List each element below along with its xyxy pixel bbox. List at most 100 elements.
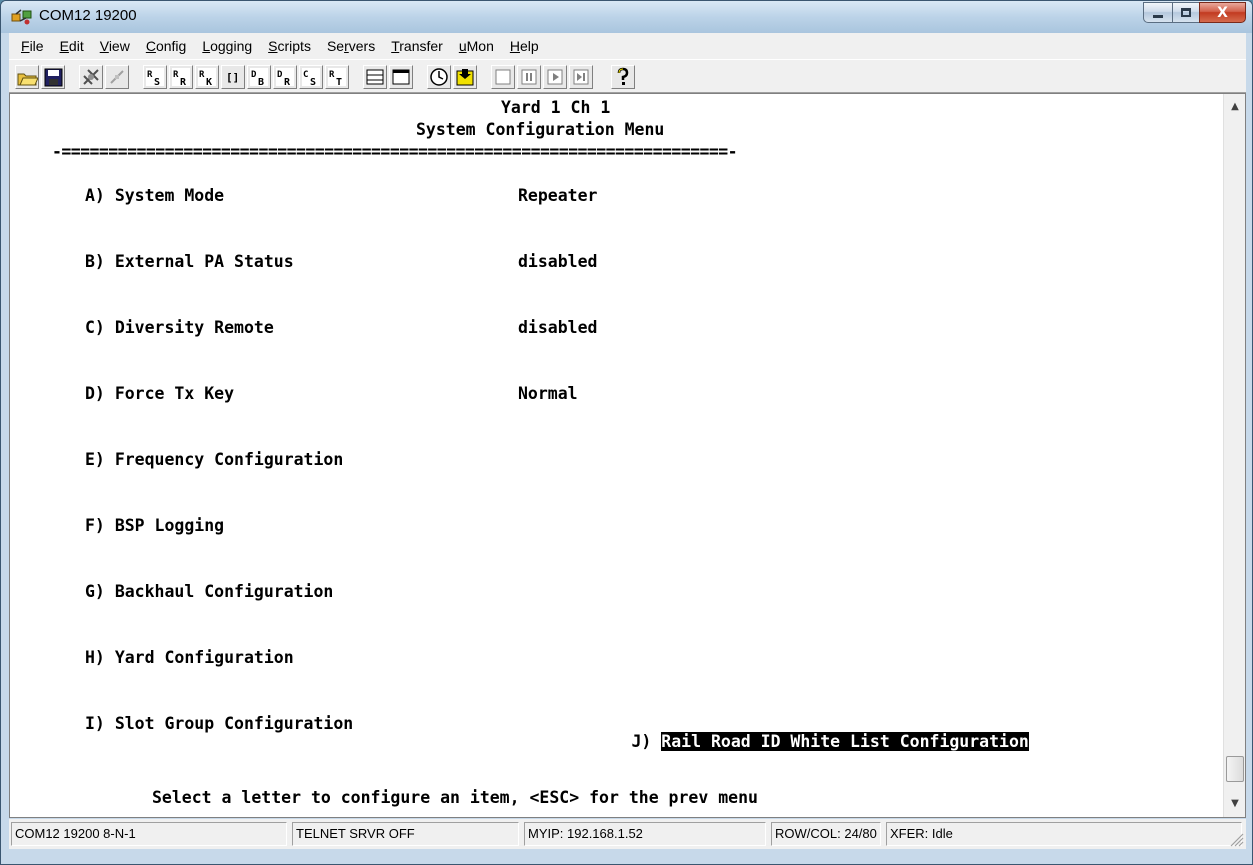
menu-item-label: Slot Group Configuration xyxy=(114,714,354,733)
app-icon xyxy=(11,9,32,25)
svg-text:B: B xyxy=(258,77,264,88)
vertical-scrollbar[interactable]: ▲ ▼ xyxy=(1223,94,1245,817)
menu-config[interactable]: Config xyxy=(138,38,194,54)
scroll-up-icon[interactable]: ▲ xyxy=(1228,100,1242,114)
minimize-button[interactable] xyxy=(1143,2,1172,23)
svg-text:K: K xyxy=(206,77,212,88)
menu-item-label: Frequency Configuration xyxy=(114,450,344,469)
menu-servers[interactable]: Servers xyxy=(319,38,383,54)
clock-button[interactable] xyxy=(427,65,451,89)
terminal-divider: -=======================================… xyxy=(52,142,738,161)
menu-item-label: BSP Logging xyxy=(114,516,225,535)
receive-t-button[interactable]: RT xyxy=(325,65,349,89)
save-icon xyxy=(44,68,63,87)
menu-logging[interactable]: Logging xyxy=(194,38,260,54)
menu-item-label: Backhaul Configuration xyxy=(114,582,334,601)
step-icon xyxy=(573,69,589,85)
help-icon xyxy=(617,67,629,85)
status-xfer: XFER: Idle xyxy=(886,822,1242,846)
menu-view[interactable]: View xyxy=(92,38,138,54)
svg-text:S: S xyxy=(154,77,160,88)
send-s-icon: RS xyxy=(146,68,164,88)
stop-button[interactable] xyxy=(491,65,515,89)
brackets-icon: [] xyxy=(226,71,239,84)
scroll-down-icon[interactable]: ▼ xyxy=(1228,797,1242,811)
resize-grip-icon[interactable] xyxy=(1228,831,1244,847)
menu-edit[interactable]: Edit xyxy=(52,38,92,54)
help-button[interactable] xyxy=(611,65,635,89)
receive-r-icon: RR xyxy=(172,68,190,88)
menu-item-d[interactable]: D) Force Tx Key xyxy=(85,384,234,404)
svg-text:R: R xyxy=(147,70,153,80)
menu-item-key: E) xyxy=(85,450,105,469)
status-telnet: TELNET SRVR OFF xyxy=(292,822,519,846)
menu-item-h[interactable]: H) Yard Configuration xyxy=(85,648,294,668)
menu-item-f[interactable]: F) BSP Logging xyxy=(85,516,224,536)
menu-item-value: Repeater xyxy=(518,186,598,205)
save-button[interactable] xyxy=(41,65,65,89)
receive-k-button[interactable]: RK xyxy=(195,65,219,89)
highlighted-selection: Rail Road ID White List Configuration xyxy=(661,732,1029,751)
menu-item-label: Diversity Remote xyxy=(114,318,274,337)
menu-item-label: Yard Configuration xyxy=(114,648,294,667)
menu-help[interactable]: Help xyxy=(502,38,547,54)
svg-text:D: D xyxy=(251,70,257,80)
disconnect-icon xyxy=(110,70,124,84)
menu-item-key: F) xyxy=(85,516,105,535)
window-split-button[interactable] xyxy=(363,65,387,89)
status-myip: MYIP: 192.168.1.52 xyxy=(524,822,766,846)
menu-item-g[interactable]: G) Backhaul Configuration xyxy=(85,582,333,602)
svg-text:[]: [] xyxy=(226,71,239,84)
menu-item-key: B) xyxy=(85,252,105,271)
step-button[interactable] xyxy=(569,65,593,89)
folder-arrow-button[interactable] xyxy=(453,65,477,89)
send-c-icon: CS xyxy=(302,68,320,88)
menu-item-a[interactable]: A) System Mode xyxy=(85,186,224,206)
menu-item-j[interactable]: J) Rail Road ID White List Configuration xyxy=(552,712,1029,772)
svg-text:S: S xyxy=(310,77,316,88)
menu-item-b[interactable]: B) External PA Status xyxy=(85,252,294,272)
connect-icon xyxy=(83,69,99,85)
brackets-button[interactable]: [] xyxy=(221,65,245,89)
folder-arrow-icon xyxy=(456,69,474,86)
menu-item-key: D) xyxy=(85,384,105,403)
menu-transfer[interactable]: Transfer xyxy=(383,38,451,54)
send-r-button[interactable]: DR xyxy=(273,65,297,89)
menu-item-c[interactable]: C) Diversity Remote xyxy=(85,318,274,338)
status-port: COM12 19200 8-N-1 xyxy=(11,822,287,846)
window-title: COM12 19200 xyxy=(39,7,137,24)
disconnect-button[interactable] xyxy=(105,65,129,89)
send-s-button[interactable]: RS xyxy=(143,65,167,89)
menu-item-key: H) xyxy=(85,648,105,667)
window-button[interactable] xyxy=(389,65,413,89)
menu-scripts[interactable]: Scripts xyxy=(260,38,319,54)
menu-file[interactable]: File xyxy=(13,38,52,54)
title-bar[interactable]: COM12 19200 X xyxy=(1,1,1252,33)
pause-button[interactable] xyxy=(517,65,541,89)
svg-text:D: D xyxy=(277,70,283,80)
window-icon xyxy=(392,69,410,85)
send-c-button[interactable]: CS xyxy=(299,65,323,89)
open-folder-button[interactable] xyxy=(15,65,39,89)
send-r-icon: DR xyxy=(276,68,294,88)
connect-button[interactable] xyxy=(79,65,103,89)
terminal-window: COM12 19200 X File Edit View Config Logging S… xyxy=(0,0,1253,865)
play-button[interactable] xyxy=(543,65,567,89)
menu-umon[interactable]: uMon xyxy=(451,38,502,54)
close-button[interactable]: X xyxy=(1199,2,1246,23)
play-icon xyxy=(547,69,563,85)
menu-item-key: A) xyxy=(85,186,105,205)
maximize-button[interactable] xyxy=(1172,2,1199,23)
svg-text:R: R xyxy=(329,70,335,80)
terminal-area[interactable]: Yard 1 Ch 1 System Configuration Menu -=… xyxy=(9,93,1246,818)
menu-item-value: disabled xyxy=(518,252,598,271)
scrollbar-thumb[interactable] xyxy=(1226,756,1244,782)
menu-item-e[interactable]: E) Frequency Configuration xyxy=(85,450,343,470)
receive-r-button[interactable]: RR xyxy=(169,65,193,89)
svg-text:R: R xyxy=(180,77,187,88)
send-b-button[interactable]: DB xyxy=(247,65,271,89)
terminal-screen[interactable]: Yard 1 Ch 1 System Configuration Menu -=… xyxy=(10,94,1218,819)
window-controls: X xyxy=(1143,2,1246,23)
minimize-icon xyxy=(1153,15,1163,18)
menu-item-i[interactable]: I) Slot Group Configuration xyxy=(85,714,353,734)
